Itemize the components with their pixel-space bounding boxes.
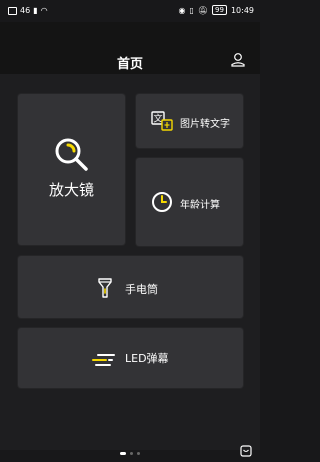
page-dot [130,452,133,455]
user-icon[interactable] [230,52,246,68]
status-bar: 46 ▮ ◠ ◉ ▯ 🔕︎ 99 10:49 [0,0,260,22]
svg-text:文: 文 [153,113,162,125]
magnifier-icon [53,136,89,172]
image-to-text-label: 图片转文字 [180,119,230,130]
page-indicator [120,452,140,455]
app-header: 首页 [0,22,260,74]
led-lines-icon [92,352,116,366]
magnifier-label: 放大镜 [48,181,94,199]
sim-icon [8,6,17,15]
magnifier-card[interactable]: 放大镜 [18,94,125,245]
page-dot-active [120,452,126,455]
flashlight-card[interactable]: 手电筒 [18,256,243,318]
mute-icon: 🔕︎ [197,5,209,15]
image-to-text-icon: 文 [151,111,173,131]
flashlight-label: 手电筒 [125,283,158,296]
led-banner-label: LED弹幕 [125,352,169,365]
vibrate-icon: ▯ [189,5,194,15]
clock-icon [151,191,173,213]
eye-icon: ◉ [178,5,186,15]
page-dot [137,452,140,455]
flashlight-icon [98,278,112,298]
page-title: 首页 [116,57,143,72]
led-banner-card[interactable]: LED弹幕 [18,328,243,388]
age-calculator-label: 年龄计算 [180,200,220,211]
wifi-icon: ◠ [40,6,48,15]
status-time: 10:49 [230,5,254,15]
feedback-icon[interactable] [240,442,252,457]
battery-icon: 99 [212,5,227,15]
age-calculator-card[interactable]: 年龄计算 [136,158,243,246]
image-to-text-card[interactable]: 文 图片转文字 [136,94,243,148]
signal-icon: ▮ [33,6,38,15]
carrier-label: 46 [20,6,31,15]
